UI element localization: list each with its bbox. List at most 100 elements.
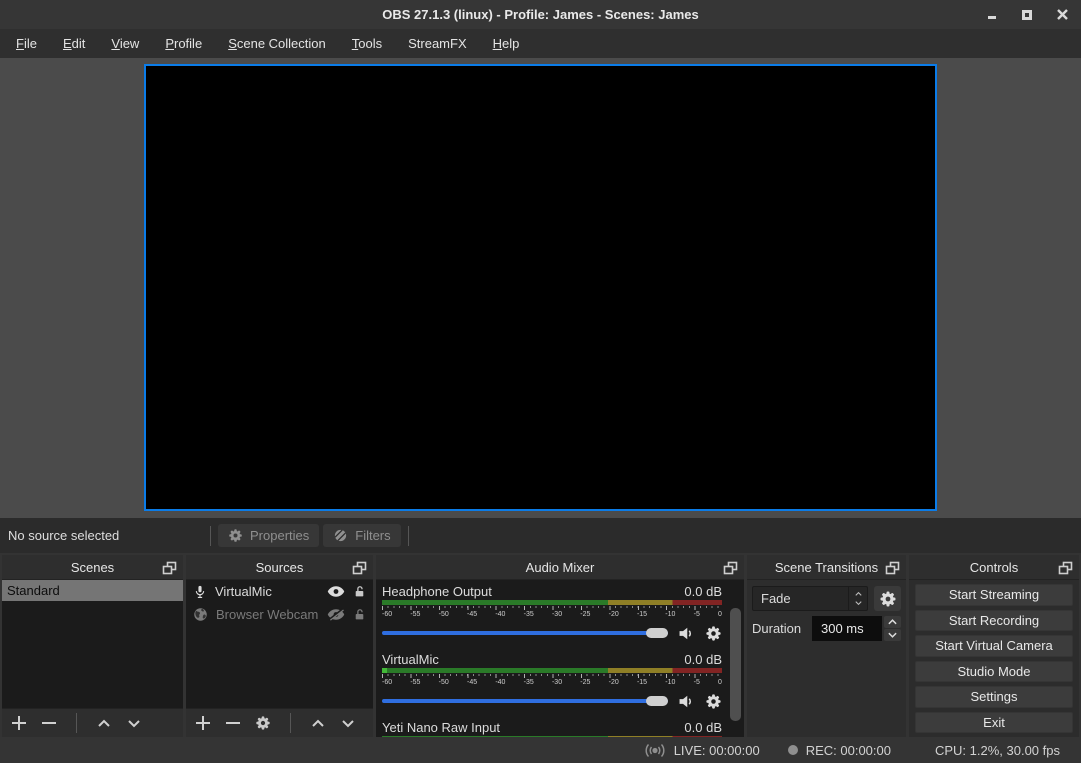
sources-panel-header[interactable]: Sources <box>186 555 373 580</box>
start-streaming-button[interactable]: Start Streaming <box>915 584 1073 606</box>
workspace <box>0 58 1081 518</box>
studio-mode-button[interactable]: Studio Mode <box>915 661 1073 683</box>
move-source-down-icon[interactable] <box>340 715 356 731</box>
menu-edit[interactable]: Edit <box>50 31 98 56</box>
unlock-icon[interactable] <box>353 584 366 599</box>
source-name: Browser Webcam <box>216 607 319 622</box>
transition-settings-button[interactable] <box>874 586 901 611</box>
scene-item-standard[interactable]: Standard <box>2 580 183 601</box>
settings-button[interactable]: Settings <box>915 686 1073 708</box>
controls-header[interactable]: Controls <box>909 555 1079 580</box>
duration-input[interactable]: 300 ms <box>812 616 882 641</box>
chevron-up-icon <box>854 591 863 597</box>
gear-icon <box>879 590 897 608</box>
sources-panel: Sources VirtualMic <box>186 555 373 737</box>
window-title: OBS 27.1.3 (linux) - Profile: James - Sc… <box>382 7 698 22</box>
globe-icon <box>193 607 208 622</box>
exit-button[interactable]: Exit <box>915 712 1073 734</box>
unlock-icon[interactable] <box>353 607 366 622</box>
volume-slider-handle[interactable] <box>646 628 668 638</box>
add-scene-icon[interactable] <box>11 715 27 731</box>
menu-bar: File Edit View Profile Scene Collection … <box>0 29 1081 58</box>
start-virtual-camera-button[interactable]: Start Virtual Camera <box>915 635 1073 657</box>
separator <box>290 713 291 733</box>
remove-scene-icon[interactable] <box>41 715 57 731</box>
move-scene-down-icon[interactable] <box>126 715 142 731</box>
remove-source-icon[interactable] <box>225 715 241 731</box>
audio-mixer-title: Audio Mixer <box>526 560 595 575</box>
popout-icon <box>352 561 367 575</box>
transition-select[interactable]: Fade <box>752 586 868 611</box>
duration-increase-icon[interactable] <box>884 616 901 628</box>
controls-title: Controls <box>970 560 1018 575</box>
speaker-icon[interactable] <box>677 625 696 642</box>
close-icon[interactable] <box>1055 8 1069 22</box>
live-time: LIVE: 00:00:00 <box>674 743 760 758</box>
source-status-label: No source selected <box>8 528 205 543</box>
record-dot-icon <box>788 745 798 755</box>
menu-help[interactable]: Help <box>480 31 533 56</box>
menu-file[interactable]: File <box>3 31 50 56</box>
start-recording-button[interactable]: Start Recording <box>915 610 1073 632</box>
visibility-eye-icon[interactable] <box>327 585 345 598</box>
popout-icon <box>1058 561 1073 575</box>
scenes-toolbar <box>2 708 183 737</box>
menu-scene-collection[interactable]: Scene Collection <box>215 31 339 56</box>
meter-tick-labels: -60-55-50-45-40-35-30-25-20-15-10-50 <box>382 611 722 619</box>
preview-canvas[interactable] <box>144 64 937 511</box>
volume-slider[interactable] <box>382 631 668 635</box>
add-source-icon[interactable] <box>195 715 211 731</box>
menu-view[interactable]: View <box>98 31 152 56</box>
mixer-scrollbar-thumb[interactable] <box>730 608 741 721</box>
mixer-headphone-output: Headphone Output 0.0 dB -60-55-50-45-40-… <box>382 583 722 644</box>
volume-meter <box>382 668 722 673</box>
popout-icon <box>723 561 738 575</box>
source-properties-gear-icon[interactable] <box>255 715 271 731</box>
meter-tick-labels: -60-55-50-45-40-35-30-25-20-15-10-50 <box>382 679 722 687</box>
sources-toolbar <box>186 708 373 737</box>
broadcast-icon <box>644 743 666 758</box>
scene-transitions-body: Fade Duration 300 ms <box>747 580 906 737</box>
chevron-down-icon <box>854 600 863 606</box>
visibility-eye-slash-icon[interactable] <box>327 608 345 621</box>
audio-mixer-header[interactable]: Audio Mixer <box>376 555 744 580</box>
menu-tools[interactable]: Tools <box>339 31 395 56</box>
volume-slider-handle[interactable] <box>646 696 668 706</box>
mixer-gear-icon[interactable] <box>705 693 722 710</box>
audio-mixer-panel: Audio Mixer Headphone Output 0.0 dB -60-… <box>376 555 744 737</box>
transition-select-steppers[interactable] <box>848 587 867 610</box>
maximize-icon[interactable] <box>1020 8 1034 22</box>
minimize-icon[interactable] <box>985 8 999 22</box>
properties-button-label: Properties <box>250 528 309 543</box>
properties-button[interactable]: Properties <box>218 524 319 547</box>
source-item-browser-webcam[interactable]: Browser Webcam <box>186 603 373 626</box>
move-source-up-icon[interactable] <box>310 715 326 731</box>
sources-panel-title: Sources <box>256 560 304 575</box>
scenes-list: Standard <box>2 580 183 708</box>
mixer-yeti-nano: Yeti Nano Raw Input 0.0 dB -60-55-50-45-… <box>382 719 722 737</box>
rec-time: REC: 00:00:00 <box>806 743 891 758</box>
cpu-fps-stats: CPU: 1.2%, 30.00 fps <box>935 743 1060 758</box>
filters-button[interactable]: Filters <box>323 524 400 547</box>
scene-transitions-panel: Scene Transitions Fade Duration 300 ms <box>747 555 906 737</box>
source-item-virtualmic[interactable]: VirtualMic <box>186 580 373 603</box>
duration-decrease-icon[interactable] <box>884 629 901 641</box>
transition-selected-value: Fade <box>753 591 848 606</box>
move-scene-up-icon[interactable] <box>96 715 112 731</box>
scene-transitions-header[interactable]: Scene Transitions <box>747 555 906 580</box>
duration-label: Duration <box>752 621 809 636</box>
mixer-scrollbar <box>730 608 741 737</box>
volume-slider[interactable] <box>382 699 668 703</box>
menu-profile[interactable]: Profile <box>152 31 215 56</box>
microphone-icon <box>193 584 207 600</box>
menu-streamfx[interactable]: StreamFX <box>395 31 480 56</box>
scenes-panel: Scenes Standard <box>2 555 183 737</box>
mixer-virtualmic: VirtualMic 0.0 dB -60-55-50-45-40-35-30-… <box>382 651 722 712</box>
speaker-icon[interactable] <box>677 693 696 710</box>
mixer-name: Headphone Output <box>382 584 492 599</box>
scenes-panel-title: Scenes <box>71 560 114 575</box>
popout-icon <box>162 561 177 575</box>
scenes-panel-header[interactable]: Scenes <box>2 555 183 580</box>
mixer-gear-icon[interactable] <box>705 625 722 642</box>
duration-steppers <box>884 616 901 641</box>
